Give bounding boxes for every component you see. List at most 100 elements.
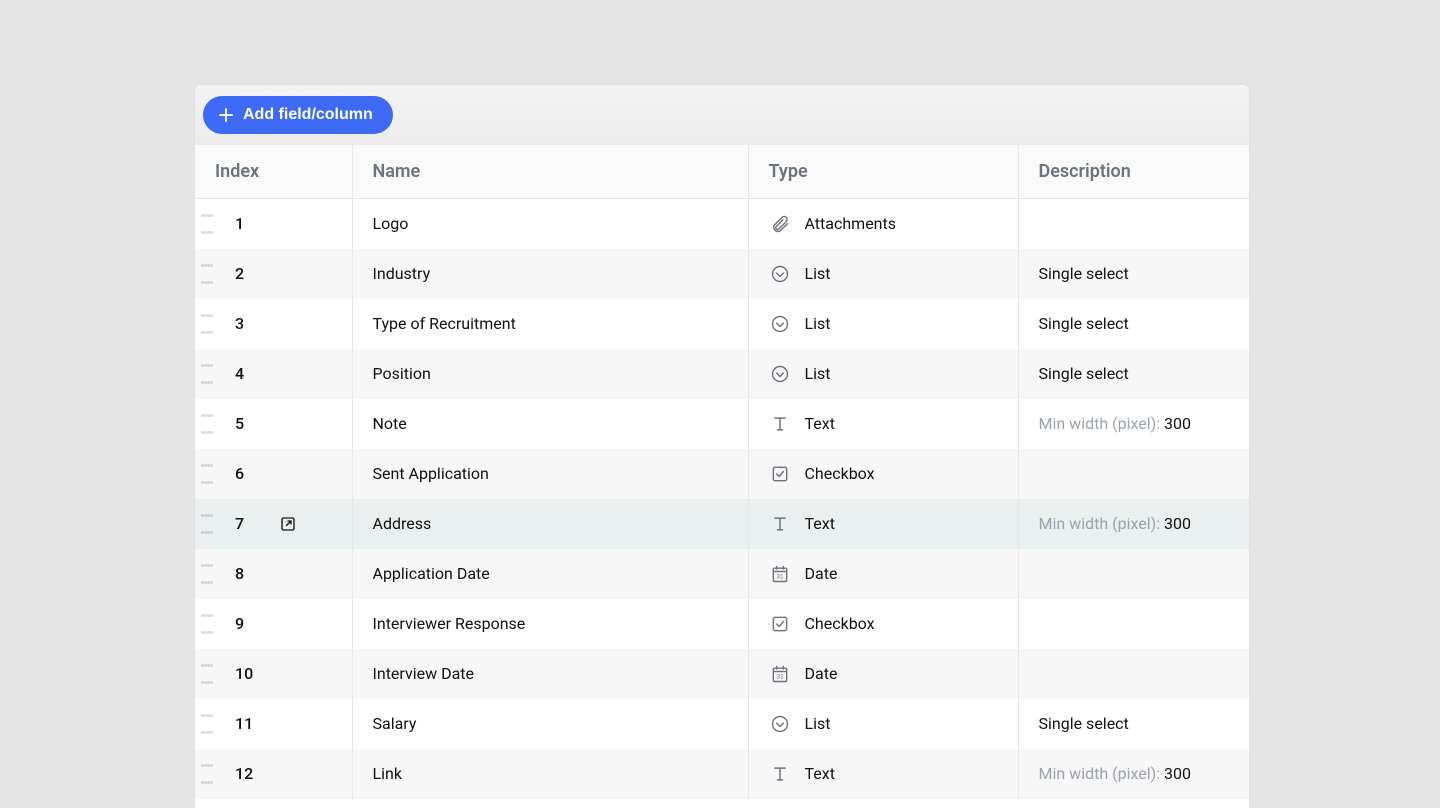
drag-handle-icon[interactable] xyxy=(201,514,213,534)
col-header-description[interactable]: Description xyxy=(1018,145,1249,199)
index-cell: 12 xyxy=(195,749,352,799)
table-row[interactable]: 5Note Text Min width (pixel): 300 xyxy=(195,399,1249,449)
name-cell[interactable]: Note xyxy=(352,399,748,449)
name-cell[interactable]: Sent Application xyxy=(352,449,748,499)
table-header-row: Index Name Type Description xyxy=(195,145,1249,199)
description-cell[interactable] xyxy=(1018,599,1249,649)
type-cell[interactable]: Checkbox xyxy=(748,449,1018,499)
fields-table: Index Name Type Description 1 LogoAttachm… xyxy=(195,145,1249,799)
type-cell[interactable]: List xyxy=(748,699,1018,749)
description-cell[interactable] xyxy=(1018,449,1249,499)
description-cell[interactable]: Min width (pixel): 300 xyxy=(1018,499,1249,549)
index-cell: 5 xyxy=(195,399,352,449)
table-row[interactable]: 4PositionList Single select xyxy=(195,349,1249,399)
table-row[interactable]: 8Application Date Date xyxy=(195,549,1249,599)
col-header-name[interactable]: Name xyxy=(352,145,748,199)
text-icon xyxy=(769,414,791,434)
description-cell[interactable] xyxy=(1018,199,1249,249)
drag-handle-icon[interactable] xyxy=(201,214,213,234)
description-cell[interactable]: Min width (pixel): 300 xyxy=(1018,749,1249,799)
drag-handle-icon[interactable] xyxy=(201,564,213,584)
table-row[interactable]: 10 Interview DateDate xyxy=(195,649,1249,699)
name-cell[interactable]: Address xyxy=(352,499,748,549)
name-cell[interactable]: Salary xyxy=(352,699,748,749)
type-cell[interactable]: Text xyxy=(748,399,1018,449)
table-row[interactable]: 2IndustryListSingle select xyxy=(195,249,1249,299)
row-index: 10 xyxy=(235,664,253,683)
topbar: Add field/column xyxy=(195,85,1249,145)
description-text: Single select xyxy=(1039,364,1129,383)
type-label: Text xyxy=(805,514,835,533)
fields-panel: Add field/column Index Name Type Descrip… xyxy=(195,85,1249,808)
description-text: Single select xyxy=(1039,264,1129,283)
description-value: 300 xyxy=(1164,414,1191,433)
table-row[interactable]: 11SalaryListSingle select xyxy=(195,699,1249,749)
drag-handle-icon[interactable] xyxy=(201,464,213,484)
checkbox-icon xyxy=(769,614,791,634)
col-header-type[interactable]: Type xyxy=(748,145,1018,199)
type-cell[interactable]: Text xyxy=(748,499,1018,549)
type-label: Text xyxy=(805,414,835,433)
drag-handle-icon[interactable] xyxy=(201,264,213,284)
row-index: 6 xyxy=(235,464,251,483)
index-cell: 3 xyxy=(195,299,352,349)
calendar-icon xyxy=(769,664,791,684)
table-row[interactable]: 12Link Text Min width (pixel): 300 xyxy=(195,749,1249,799)
description-cell[interactable]: Single select xyxy=(1018,299,1249,349)
type-cell[interactable]: List xyxy=(748,299,1018,349)
add-field-label: Add field/column xyxy=(243,106,373,124)
table-row[interactable]: 9Interviewer ResponseCheckbox xyxy=(195,599,1249,649)
index-cell: 4 xyxy=(195,349,352,399)
type-cell[interactable]: List xyxy=(748,349,1018,399)
description-cell[interactable] xyxy=(1018,649,1249,699)
open-row-icon[interactable] xyxy=(279,515,297,533)
type-label: Text xyxy=(805,764,835,783)
name-cell[interactable]: Interviewer Response xyxy=(352,599,748,649)
table-row[interactable]: 7AddressTextMin width (pixel): 300 xyxy=(195,499,1249,549)
table-row[interactable]: 3Type of Recruitment List Single select xyxy=(195,299,1249,349)
description-label: Min width (pixel): xyxy=(1039,414,1165,433)
description-cell[interactable]: Single select xyxy=(1018,249,1249,299)
description-label: Min width (pixel): xyxy=(1039,514,1165,533)
description-cell[interactable] xyxy=(1018,549,1249,599)
name-cell[interactable]: Link xyxy=(352,749,748,799)
drag-handle-icon[interactable] xyxy=(201,614,213,634)
paperclip-icon xyxy=(769,214,791,234)
type-label: List xyxy=(805,314,831,333)
description-cell[interactable]: Single select xyxy=(1018,699,1249,749)
index-cell: 8 xyxy=(195,549,352,599)
name-cell[interactable]: Position xyxy=(352,349,748,399)
type-cell[interactable]: Date xyxy=(748,649,1018,699)
name-cell[interactable]: Application Date xyxy=(352,549,748,599)
name-cell[interactable]: Industry xyxy=(352,249,748,299)
type-cell[interactable]: Date xyxy=(748,549,1018,599)
type-cell[interactable]: Checkbox xyxy=(748,599,1018,649)
table-row[interactable]: 6 Sent ApplicationCheckbox xyxy=(195,449,1249,499)
table-row[interactable]: 1 LogoAttachments xyxy=(195,199,1249,249)
name-cell[interactable]: Type of Recruitment xyxy=(352,299,748,349)
name-cell[interactable]: Logo xyxy=(352,199,748,249)
drag-handle-icon[interactable] xyxy=(201,714,213,734)
dropdown-icon xyxy=(769,264,791,284)
drag-handle-icon[interactable] xyxy=(201,764,213,784)
type-cell[interactable]: Text xyxy=(748,749,1018,799)
text-icon xyxy=(769,514,791,534)
description-text: Single select xyxy=(1039,314,1129,333)
description-cell[interactable]: Single select xyxy=(1018,349,1249,399)
type-label: Date xyxy=(805,564,838,583)
row-index: 1 xyxy=(235,214,251,233)
description-label: Min width (pixel): xyxy=(1039,764,1165,783)
name-cell[interactable]: Interview Date xyxy=(352,649,748,699)
type-cell[interactable]: List xyxy=(748,249,1018,299)
drag-handle-icon[interactable] xyxy=(201,314,213,334)
dropdown-icon xyxy=(769,314,791,334)
index-cell: 9 xyxy=(195,599,352,649)
drag-handle-icon[interactable] xyxy=(201,364,213,384)
drag-handle-icon[interactable] xyxy=(201,414,213,434)
col-header-index[interactable]: Index xyxy=(195,145,352,199)
add-field-button[interactable]: Add field/column xyxy=(203,96,393,134)
description-value: 300 xyxy=(1164,514,1191,533)
description-cell[interactable]: Min width (pixel): 300 xyxy=(1018,399,1249,449)
type-cell[interactable]: Attachments xyxy=(748,199,1018,249)
drag-handle-icon[interactable] xyxy=(201,664,213,684)
